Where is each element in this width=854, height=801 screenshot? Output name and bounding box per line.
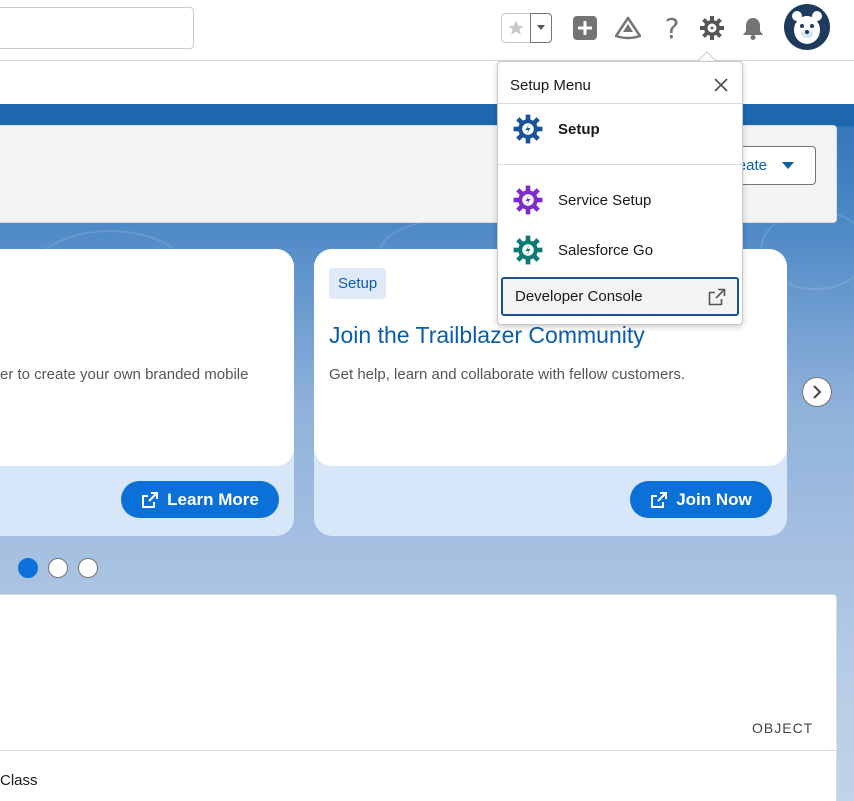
menu-item-developer-console[interactable]: Developer Console: [501, 277, 739, 316]
carousel-next-button[interactable]: [802, 377, 832, 407]
favorites-list-button[interactable]: [530, 13, 552, 43]
trailhead-icon: [615, 16, 641, 40]
menu-item-salesforce-go[interactable]: Salesforce Go: [498, 228, 742, 272]
table-row-cell[interactable]: Class: [0, 772, 38, 789]
card-body: r er to create your own branded mobile: [0, 249, 294, 466]
menu-item-label: Setup: [558, 120, 600, 138]
gear-icon: [700, 16, 724, 40]
setup-menu-dropdown: Setup Menu Setup Service Setup Salesforc…: [497, 61, 743, 325]
global-header: ?: [0, 0, 854, 61]
card-title[interactable]: Join the Trailblazer Community: [329, 322, 645, 349]
notifications-button[interactable]: [739, 14, 767, 42]
favorites-group: [501, 13, 552, 43]
external-link-icon: [708, 288, 726, 306]
help-button[interactable]: ?: [658, 11, 686, 45]
chevron-down-icon: [537, 25, 545, 30]
star-icon: [508, 20, 524, 35]
menu-item-label: Developer Console: [515, 288, 643, 305]
salesforce-go-gear-icon: [513, 235, 543, 265]
chevron-right-icon: [813, 385, 822, 399]
service-setup-gear-icon: [513, 185, 543, 215]
setup-gear-button[interactable]: [698, 14, 726, 42]
avatar-icon: [792, 11, 822, 44]
promo-card-branded-app: r er to create your own branded mobile L…: [0, 249, 294, 536]
carousel-dot-3[interactable]: [78, 558, 98, 578]
column-header-object[interactable]: OBJECT: [752, 720, 813, 736]
card-tag: Setup: [329, 268, 387, 299]
menu-title: Setup Menu: [510, 77, 591, 94]
menu-item-label: Service Setup: [558, 191, 652, 209]
trailhead-button[interactable]: [614, 14, 642, 42]
join-now-button[interactable]: Join Now: [630, 481, 772, 518]
row-divider: [0, 750, 837, 751]
global-actions-button[interactable]: [571, 14, 599, 42]
learn-more-button[interactable]: Learn More: [121, 481, 279, 518]
setup-gear-icon: [513, 114, 543, 144]
menu-divider: [498, 164, 742, 165]
carousel-dot-2[interactable]: [48, 558, 68, 578]
menu-item-label: Salesforce Go: [558, 241, 654, 259]
external-link-icon: [142, 491, 159, 508]
card-description: Get help, learn and collaborate with fel…: [329, 366, 686, 383]
menu-header: Setup Menu: [498, 62, 742, 104]
user-avatar[interactable]: [784, 4, 830, 50]
carousel-dot-1[interactable]: [18, 558, 38, 578]
favorites-button[interactable]: [501, 13, 530, 43]
close-icon: [714, 78, 728, 92]
help-icon: ?: [664, 11, 680, 45]
plus-icon: [573, 16, 597, 40]
external-link-icon: [651, 491, 668, 508]
close-button[interactable]: [713, 77, 729, 93]
search-input[interactable]: [0, 7, 194, 49]
chevron-down-icon: [782, 161, 794, 169]
join-now-label: Join Now: [676, 489, 752, 509]
learn-more-label: Learn More: [167, 489, 259, 509]
bell-icon: [743, 18, 763, 40]
menu-item-setup[interactable]: Setup: [498, 107, 742, 151]
card-description: er to create your own branded mobile: [0, 366, 249, 383]
table-panel: [0, 594, 837, 801]
menu-item-service-setup[interactable]: Service Setup: [498, 178, 742, 222]
